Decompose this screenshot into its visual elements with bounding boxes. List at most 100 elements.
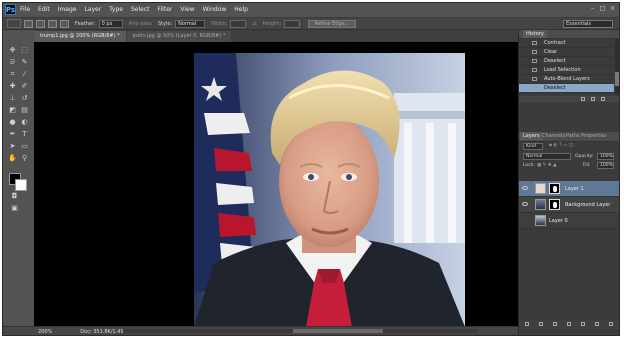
quick-mask-icon[interactable]: ◘	[9, 192, 20, 200]
layer-name[interactable]: Background Layer	[565, 197, 610, 213]
layer-row-background-layer[interactable]: Background Layer	[519, 197, 619, 213]
dodge-tool-icon[interactable]: ◐	[19, 118, 30, 126]
history-item[interactable]: Contract	[519, 39, 614, 48]
background-color-swatch[interactable]	[15, 179, 27, 191]
pen-tool-icon[interactable]: ✒	[7, 130, 18, 138]
add-to-selection-icon[interactable]	[36, 19, 45, 28]
clone-stamp-tool-icon[interactable]: ⊥	[7, 94, 18, 102]
hand-tool-icon[interactable]: ✋	[7, 154, 18, 162]
tab-trump1[interactable]: trump1.jpg @ 200% (RGB/8#) *	[34, 31, 126, 42]
move-tool-icon[interactable]: ✥	[7, 46, 18, 54]
new-layer-icon[interactable]	[595, 322, 599, 326]
new-document-icon[interactable]	[591, 97, 595, 101]
trash-icon[interactable]	[601, 97, 605, 101]
history-step-icon	[532, 86, 537, 90]
visibility-eye-icon[interactable]	[522, 186, 528, 190]
layer-style-icon[interactable]	[539, 322, 543, 326]
minimize-button[interactable]: –	[589, 5, 596, 12]
swap-dimensions-icon[interactable]: ⇄	[252, 21, 256, 27]
layer-mask-thumbnail[interactable]	[549, 199, 560, 210]
opacity-input[interactable]: 100%	[597, 153, 614, 160]
menu-image[interactable]: Image	[58, 6, 77, 13]
status-bar: 200% Doc: 351.8K/1.49M	[3, 326, 518, 335]
layer-filter-select[interactable]: Kind	[523, 143, 543, 150]
new-snapshot-icon[interactable]	[581, 97, 585, 101]
close-button[interactable]: ×	[609, 5, 616, 12]
new-selection-icon[interactable]	[24, 19, 33, 28]
history-item[interactable]: Auto-Blend Layers	[519, 75, 614, 84]
fill-input[interactable]: 100%	[597, 162, 614, 169]
link-layers-icon[interactable]	[525, 322, 529, 326]
menu-view[interactable]: View	[180, 6, 194, 13]
history-item[interactable]: Load Selection	[519, 66, 614, 75]
menu-file[interactable]: File	[20, 6, 30, 13]
quick-select-tool-icon[interactable]: ✎	[19, 58, 30, 66]
history-scroll-thumb[interactable]	[615, 72, 619, 86]
eraser-tool-icon[interactable]: ◩	[7, 106, 18, 114]
tab-putin[interactable]: putin.jpg @ 50% (Layer 0, RGB/8#) *	[126, 31, 232, 42]
anti-alias-checkbox[interactable]: Anti-alias	[129, 21, 152, 27]
add-mask-icon[interactable]	[553, 322, 557, 326]
brush-tool-icon[interactable]: ✐	[19, 82, 30, 90]
delete-layer-icon[interactable]	[609, 322, 613, 326]
blur-tool-icon[interactable]: ●	[7, 118, 18, 126]
zoom-tool-icon[interactable]: ⚲	[19, 154, 30, 162]
zoom-level[interactable]: 200%	[38, 329, 52, 335]
layer-name[interactable]: Layer 1	[565, 181, 584, 197]
history-scrollbar[interactable]	[615, 39, 619, 95]
doc-size-info[interactable]: Doc: 351.8K/1.49M	[80, 329, 128, 335]
eyedropper-tool-icon[interactable]: ⁄	[19, 70, 30, 78]
history-step-icon	[532, 77, 537, 81]
portrait-image	[194, 53, 465, 327]
menu-select[interactable]: Select	[131, 6, 150, 13]
history-item-selected[interactable]: Deselect	[519, 84, 614, 93]
crop-tool-icon[interactable]: ⌗	[7, 70, 18, 78]
marquee-tool-preset-icon[interactable]	[7, 19, 21, 28]
menu-filter[interactable]: Filter	[158, 6, 173, 13]
menu-help[interactable]: Help	[234, 6, 248, 13]
layer-name[interactable]: Layer 0	[549, 213, 568, 229]
tab-properties[interactable]: Properties	[578, 132, 609, 140]
maximize-button[interactable]: □	[599, 5, 606, 12]
document-canvas[interactable]	[34, 42, 518, 327]
adjustment-layer-icon[interactable]	[567, 322, 571, 326]
menu-type[interactable]: Type	[109, 6, 123, 13]
height-input[interactable]	[283, 19, 300, 28]
history-item[interactable]: Deselect	[519, 57, 614, 66]
lock-icons[interactable]: ▦ ✎ ✥ ▲	[537, 163, 557, 168]
menu-edit[interactable]: Edit	[38, 6, 50, 13]
layer-filter-icons[interactable]: ▪ ◐ T ▭ ◫	[549, 143, 573, 148]
shape-tool-icon[interactable]: ▭	[19, 142, 30, 150]
tab-history[interactable]: History	[523, 30, 547, 38]
gradient-tool-icon[interactable]: ▤	[19, 106, 30, 114]
menu-layer[interactable]: Layer	[84, 6, 101, 13]
layer-thumbnail	[535, 183, 546, 194]
history-brush-tool-icon[interactable]: ↺	[19, 94, 30, 102]
blend-mode-select[interactable]: Normal	[523, 153, 571, 160]
subtract-selection-icon[interactable]	[48, 19, 57, 28]
refine-edge-button[interactable]: Refine Edge...	[307, 19, 357, 28]
history-step-icon	[532, 59, 537, 63]
visibility-eye-icon[interactable]	[522, 202, 528, 206]
scrollbar-thumb[interactable]	[293, 329, 383, 333]
layer-row-layer-0[interactable]: Layer 0	[519, 213, 619, 229]
width-input[interactable]	[230, 19, 247, 28]
type-tool-icon[interactable]: T	[19, 130, 30, 138]
layer-row-layer-1[interactable]: Layer 1	[519, 181, 619, 197]
style-label: Style:	[157, 20, 173, 27]
feather-input[interactable]: 0 px	[98, 19, 123, 28]
workspace-select[interactable]: Essentials	[563, 20, 613, 28]
new-group-icon[interactable]	[581, 322, 585, 326]
intersect-selection-icon[interactable]	[60, 19, 69, 28]
lasso-tool-icon[interactable]: ᘐ	[7, 58, 18, 66]
menu-window[interactable]: Window	[203, 6, 227, 13]
healing-brush-tool-icon[interactable]: ✚	[7, 82, 18, 90]
path-select-tool-icon[interactable]: ➤	[7, 142, 18, 150]
history-step-icon	[532, 68, 537, 72]
history-item[interactable]: Clear	[519, 48, 614, 57]
rect-marquee-tool-icon[interactable]: ⬚	[19, 46, 30, 54]
screen-mode-icon[interactable]: ▣	[9, 204, 20, 212]
style-select[interactable]: Normal	[175, 19, 206, 28]
feather-label: Feather:	[75, 20, 96, 27]
layer-mask-thumbnail[interactable]	[549, 183, 560, 194]
